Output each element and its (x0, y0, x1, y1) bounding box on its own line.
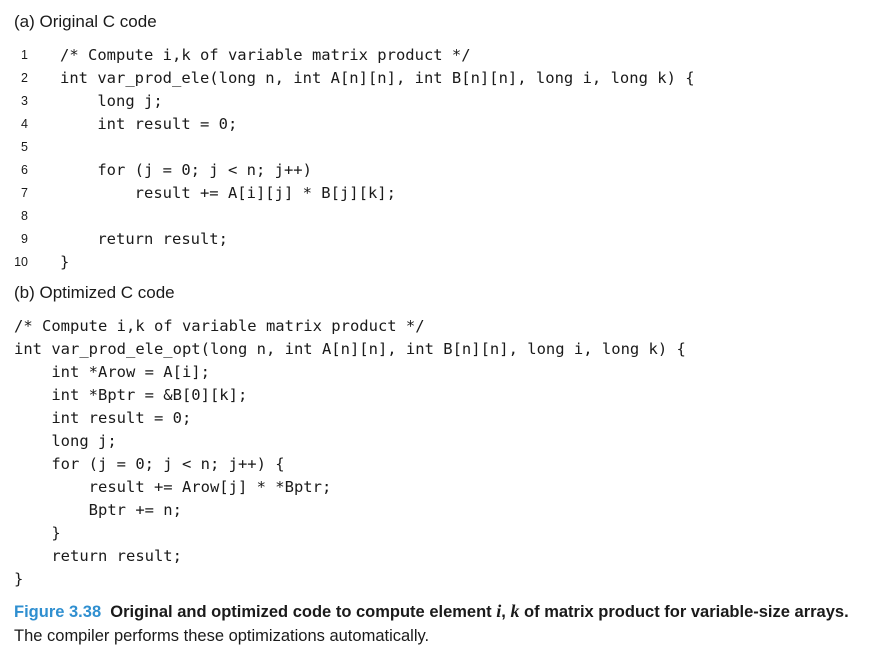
section-a-code: 1 /* Compute i,k of variable matrix prod… (0, 44, 882, 276)
line-number: 2 (21, 71, 28, 85)
caption-bold-text-2: of matrix product for variable-size arra… (519, 603, 849, 621)
code-line: Bptr += n; (14, 501, 182, 519)
line-number: 9 (21, 232, 28, 246)
code-line: int result = 0; (60, 115, 238, 133)
code-line: int *Arow = A[i]; (14, 363, 210, 381)
code-line: } (14, 524, 61, 542)
code-line: for (j = 0; j < n; j++) { (14, 455, 285, 473)
line-number: 7 (21, 186, 28, 200)
figure-caption: Figure 3.38 Original and optimized code … (14, 599, 864, 648)
caption-bold-text: Original and optimized code to compute e… (110, 603, 497, 621)
code-line: int var_prod_ele_opt(long n, int A[n][n]… (14, 340, 686, 358)
line-number: 4 (21, 117, 28, 131)
line-number: 1 (21, 48, 28, 62)
caption-normal-text: The compiler performs these optimization… (14, 627, 430, 645)
line-number: 6 (21, 163, 28, 177)
code-line: } (14, 570, 24, 588)
code-line: int var_prod_ele(long n, int A[n][n], in… (60, 69, 695, 87)
line-number: 5 (21, 140, 28, 154)
code-line: long j; (60, 92, 163, 110)
code-line: } (60, 253, 70, 271)
line-number: 10 (14, 255, 28, 269)
code-line: int result = 0; (14, 409, 192, 427)
code-line: int *Bptr = &B[0][k]; (14, 386, 248, 404)
section-b-code: /* Compute i,k of variable matrix produc… (0, 315, 882, 591)
section-b-title: (b) Optimized C code (14, 283, 175, 302)
line-number: 8 (21, 209, 28, 223)
code-line: result += Arow[j] * *Bptr; (14, 478, 332, 496)
section-a-title: (a) Original C code (14, 12, 157, 31)
code-line: long j; (14, 432, 117, 450)
line-number: 3 (21, 94, 28, 108)
code-line: return result; (60, 230, 228, 248)
code-line: /* Compute i,k of variable matrix produc… (14, 317, 425, 335)
code-line: return result; (14, 547, 182, 565)
code-line: result += A[i][j] * B[j][k]; (60, 184, 396, 202)
code-line: for (j = 0; j < n; j++) (60, 161, 312, 179)
code-line: /* Compute i,k of variable matrix produc… (60, 46, 471, 64)
figure-label: Figure 3.38 (14, 603, 102, 621)
